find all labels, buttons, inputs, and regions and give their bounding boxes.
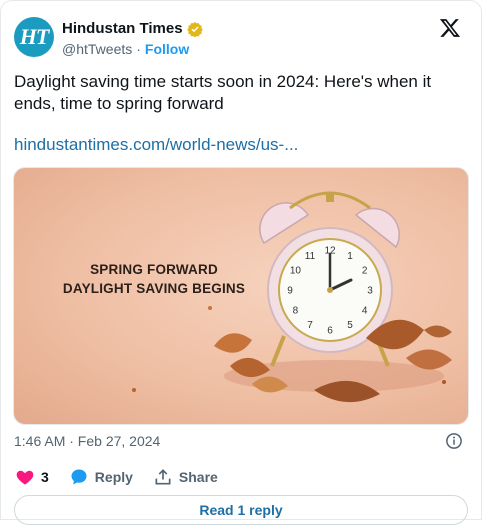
media-caption-line2: DAYLIGHT SAVING BEGINS [62,281,246,296]
like-count: 3 [41,469,49,485]
tweet-text: Daylight saving time starts soon in 2024… [14,72,432,113]
tweet-actions: 3 Reply Share [15,467,238,487]
heart-icon [16,470,34,485]
tweet-timestamp[interactable]: 1:46 AM · Feb 27, 2024 [14,433,160,449]
handle-separator: · [136,41,141,57]
reply-label: Reply [94,469,133,485]
reply-button[interactable]: Reply [69,467,133,487]
follow-button[interactable]: Follow [145,41,189,57]
share-icon [155,469,171,485]
like-button[interactable]: 3 [15,467,49,487]
clock-numeral: 2 [362,266,368,277]
media-caption: SPRING FORWARD DAYLIGHT SAVING BEGINS [54,260,254,298]
clock-numeral: 9 [287,286,293,297]
avatar[interactable]: HT [14,17,54,57]
author-handle[interactable]: @htTweets [62,41,132,57]
tweet-media-image[interactable]: 12 1 2 3 4 5 6 7 8 9 10 11 SPRING FORWARD DAYLIGHT … [13,167,469,425]
tweet-card: HT Hindustan Times @htTweets · Follow Da… [0,0,482,525]
read-replies-button[interactable]: Read 1 reply [14,495,468,525]
author-handle-row: @htTweets · Follow [62,41,189,57]
clock-numeral: 10 [290,266,302,277]
clock-numeral: 1 [347,251,353,262]
author-name-row: Hindustan Times [62,20,203,37]
x-logo-icon[interactable] [439,17,461,39]
verified-badge-icon [186,21,203,37]
clock-numeral: 4 [362,306,368,317]
share-button[interactable]: Share [153,467,218,487]
tweet-link[interactable]: hindustantimes.com/world-news/us-... [14,135,298,155]
clock-numeral: 11 [305,251,316,262]
reply-bubble-icon [71,469,87,485]
clock-numeral: 3 [367,286,373,297]
author-name[interactable]: Hindustan Times [62,20,183,37]
media-caption-line1: SPRING FORWARD [90,262,218,277]
clock-numeral: 5 [347,320,353,331]
info-icon[interactable] [445,432,463,450]
share-label: Share [178,469,218,485]
clock-numeral: 6 [327,326,333,337]
clock-numeral: 8 [293,306,299,317]
clock-numeral: 7 [307,320,313,331]
